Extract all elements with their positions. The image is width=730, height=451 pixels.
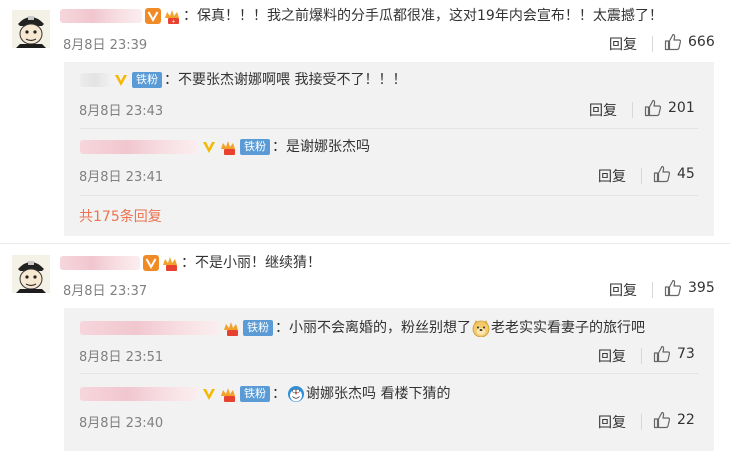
- like-button[interactable]: 73: [653, 345, 695, 363]
- like-count: 201: [668, 100, 695, 116]
- reply-button[interactable]: 回复: [598, 412, 626, 432]
- divider: [641, 414, 642, 430]
- svg-text:+: +: [171, 19, 175, 24]
- reply-button[interactable]: 回复: [609, 280, 637, 300]
- reply-text: ：是谢娜张杰吗: [272, 139, 370, 155]
- username-blurred[interactable]: [80, 321, 220, 335]
- reply-button[interactable]: 回复: [609, 34, 637, 54]
- comment-divider: [0, 243, 730, 244]
- timestamp: 8月8日 23:43: [79, 104, 164, 119]
- thumbs-up-icon: [653, 345, 671, 363]
- comment-text: ：不是小丽！继续猜！: [181, 255, 321, 271]
- member-badge-icon: +: [165, 10, 179, 24]
- reply-text-continued: 老老实实看妻子的旅行吧: [491, 320, 645, 336]
- comment-header: ：不是小丽！继续猜！: [60, 253, 321, 273]
- verified-v-icon: [143, 255, 159, 271]
- username-blurred[interactable]: [60, 9, 142, 23]
- reply-divider: [80, 128, 698, 129]
- fan-badge: 铁粉: [240, 139, 270, 155]
- reply-header: 铁粉 ：小丽不会离婚的，粉丝别想了 老老实实看妻子的旅行吧: [80, 318, 645, 338]
- like-count: 73: [677, 346, 695, 362]
- reply-divider: [80, 373, 698, 374]
- verified-v-icon: [145, 8, 161, 24]
- username-blurred[interactable]: [80, 387, 198, 401]
- comment-text: ：保真！！！我之前爆料的分手瓜都很准，这对19年内会宣布！！太震撼了！: [183, 8, 663, 24]
- divider: [641, 348, 642, 364]
- thumbs-up-icon: [644, 99, 662, 117]
- avatar[interactable]: [12, 10, 50, 48]
- doge-emoji-icon: [472, 320, 490, 337]
- thumbs-up-icon: [653, 411, 671, 429]
- reply-header: 铁粉 ：是谢娜张杰吗: [80, 137, 370, 157]
- more-replies-link[interactable]: 共175条回复: [79, 206, 162, 226]
- username-blurred[interactable]: [60, 256, 140, 270]
- verified-v-yellow-icon: [203, 389, 215, 400]
- timestamp: 8月8日 23:41: [79, 170, 164, 185]
- verified-v-yellow-icon: [203, 142, 215, 153]
- like-button[interactable]: 201: [644, 99, 695, 117]
- timestamp: 8月8日 23:37: [63, 284, 148, 299]
- comment-header: + ：保真！！！我之前爆料的分手瓜都很准，这对19年内会宣布！！太震撼了！: [60, 6, 663, 26]
- member-badge-icon: [221, 141, 235, 155]
- member-badge-icon: [221, 388, 235, 402]
- thumbs-up-icon: [664, 33, 682, 51]
- reply-divider: [80, 195, 698, 196]
- reply-header: 铁粉 ： 谢娜张杰吗 看楼下猜的: [80, 384, 450, 404]
- divider: [652, 282, 653, 298]
- fan-badge: 铁粉: [240, 386, 270, 402]
- timestamp: 8月8日 23:51: [79, 350, 164, 365]
- thumbs-up-icon: [664, 279, 682, 297]
- member-badge-icon: [163, 257, 177, 271]
- doraemon-emoji-icon: [288, 386, 304, 402]
- username-blurred[interactable]: [80, 73, 110, 87]
- reply-text: 谢娜张杰吗 看楼下猜的: [306, 386, 451, 402]
- like-button[interactable]: 45: [653, 165, 695, 183]
- like-count: 22: [677, 412, 695, 428]
- username-blurred[interactable]: [80, 140, 198, 154]
- reply-header: 铁粉 ：不要张杰谢娜啊喂 我接受不了！！！: [80, 70, 406, 90]
- timestamp: 8月8日 23:39: [63, 38, 148, 53]
- divider: [641, 168, 642, 184]
- like-count: 395: [688, 280, 715, 296]
- divider: [632, 102, 633, 118]
- like-button[interactable]: 666: [664, 33, 715, 51]
- like-count: 45: [677, 166, 695, 182]
- fan-badge: 铁粉: [243, 320, 273, 336]
- reply-button[interactable]: 回复: [598, 346, 626, 366]
- thumbs-up-icon: [653, 165, 671, 183]
- like-count: 666: [688, 34, 715, 50]
- verified-v-yellow-icon: [115, 75, 127, 86]
- avatar-cartoon-icon: [12, 255, 50, 293]
- like-button[interactable]: 395: [664, 279, 715, 297]
- reply-text: ：小丽不会离婚的，粉丝别想了: [275, 320, 471, 336]
- reply-button[interactable]: 回复: [598, 166, 626, 186]
- reply-text: ：不要张杰谢娜啊喂 我接受不了！！！: [164, 72, 407, 88]
- avatar[interactable]: [12, 255, 50, 293]
- fan-badge: 铁粉: [132, 72, 162, 88]
- timestamp: 8月8日 23:40: [79, 416, 164, 431]
- reply-button[interactable]: 回复: [589, 100, 617, 120]
- divider: [652, 36, 653, 52]
- avatar-cartoon-icon: [12, 10, 50, 48]
- member-badge-icon: [224, 322, 238, 336]
- like-button[interactable]: 22: [653, 411, 695, 429]
